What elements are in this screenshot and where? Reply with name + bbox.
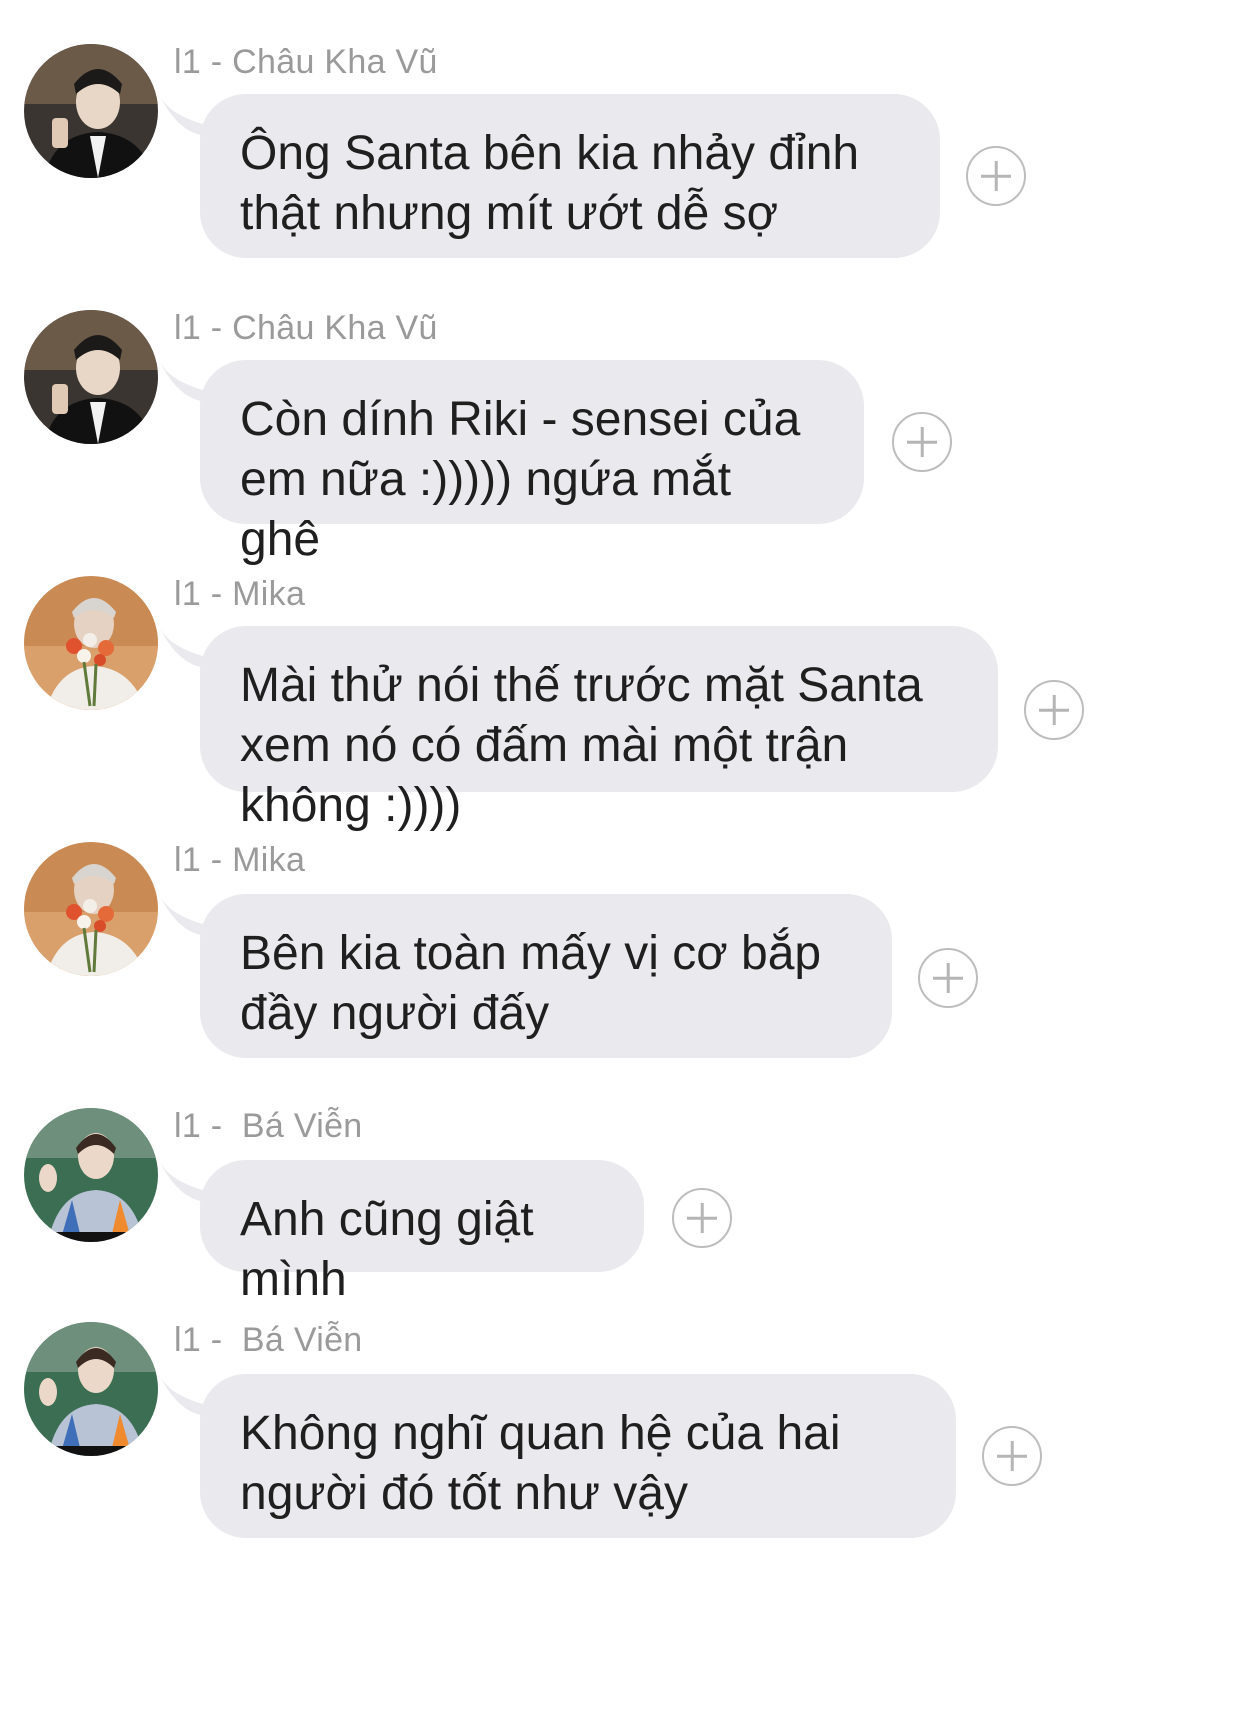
- sender-name: l1 - Châu Kha Vũ: [174, 309, 438, 347]
- plus-circle-icon[interactable]: [672, 1188, 732, 1248]
- avatar[interactable]: [24, 1322, 158, 1456]
- plus-circle-icon[interactable]: [982, 1426, 1042, 1486]
- chat-thread: l1 - Châu Kha Vũ Ông Santa bên kia nhảy …: [0, 0, 1242, 1728]
- avatar-image: [24, 310, 158, 444]
- plus-circle-icon[interactable]: [892, 412, 952, 472]
- plus-circle-icon[interactable]: [966, 146, 1026, 206]
- message-bubble[interactable]: Anh cũng giật mình: [200, 1160, 644, 1306]
- avatar-image: [24, 842, 158, 976]
- message-bubble[interactable]: Mài thử nói thế trước mặt Santa xem nó c…: [200, 626, 998, 832]
- avatar-image: [24, 1108, 158, 1242]
- sender-name: l1 - Bá Viễn: [174, 1107, 363, 1145]
- avatar[interactable]: [24, 44, 158, 178]
- avatar[interactable]: [24, 1108, 158, 1242]
- sender-name: l1 - Bá Viễn: [174, 1321, 363, 1359]
- avatar-image: [24, 44, 158, 178]
- avatar-image: [24, 576, 158, 710]
- message-bubble[interactable]: Còn dính Riki - sensei của em nữa :)))))…: [200, 360, 864, 566]
- message-bubble[interactable]: Ông Santa bên kia nhảy đỉnh thật nhưng m…: [200, 94, 940, 258]
- avatar[interactable]: [24, 310, 158, 444]
- sender-name: l1 - Mika: [174, 841, 306, 879]
- sender-name: l1 - Châu Kha Vũ: [174, 43, 438, 81]
- avatar-image: [24, 1322, 158, 1456]
- message-bubble[interactable]: Không nghĩ quan hệ của hai người đó tốt …: [200, 1374, 956, 1538]
- sender-name: l1 - Mika: [174, 575, 306, 613]
- message-bubble[interactable]: Bên kia toàn mấy vị cơ bắp đầy người đấy: [200, 894, 892, 1058]
- avatar[interactable]: [24, 576, 158, 710]
- avatar[interactable]: [24, 842, 158, 976]
- plus-circle-icon[interactable]: [918, 948, 978, 1008]
- plus-circle-icon[interactable]: [1024, 680, 1084, 740]
